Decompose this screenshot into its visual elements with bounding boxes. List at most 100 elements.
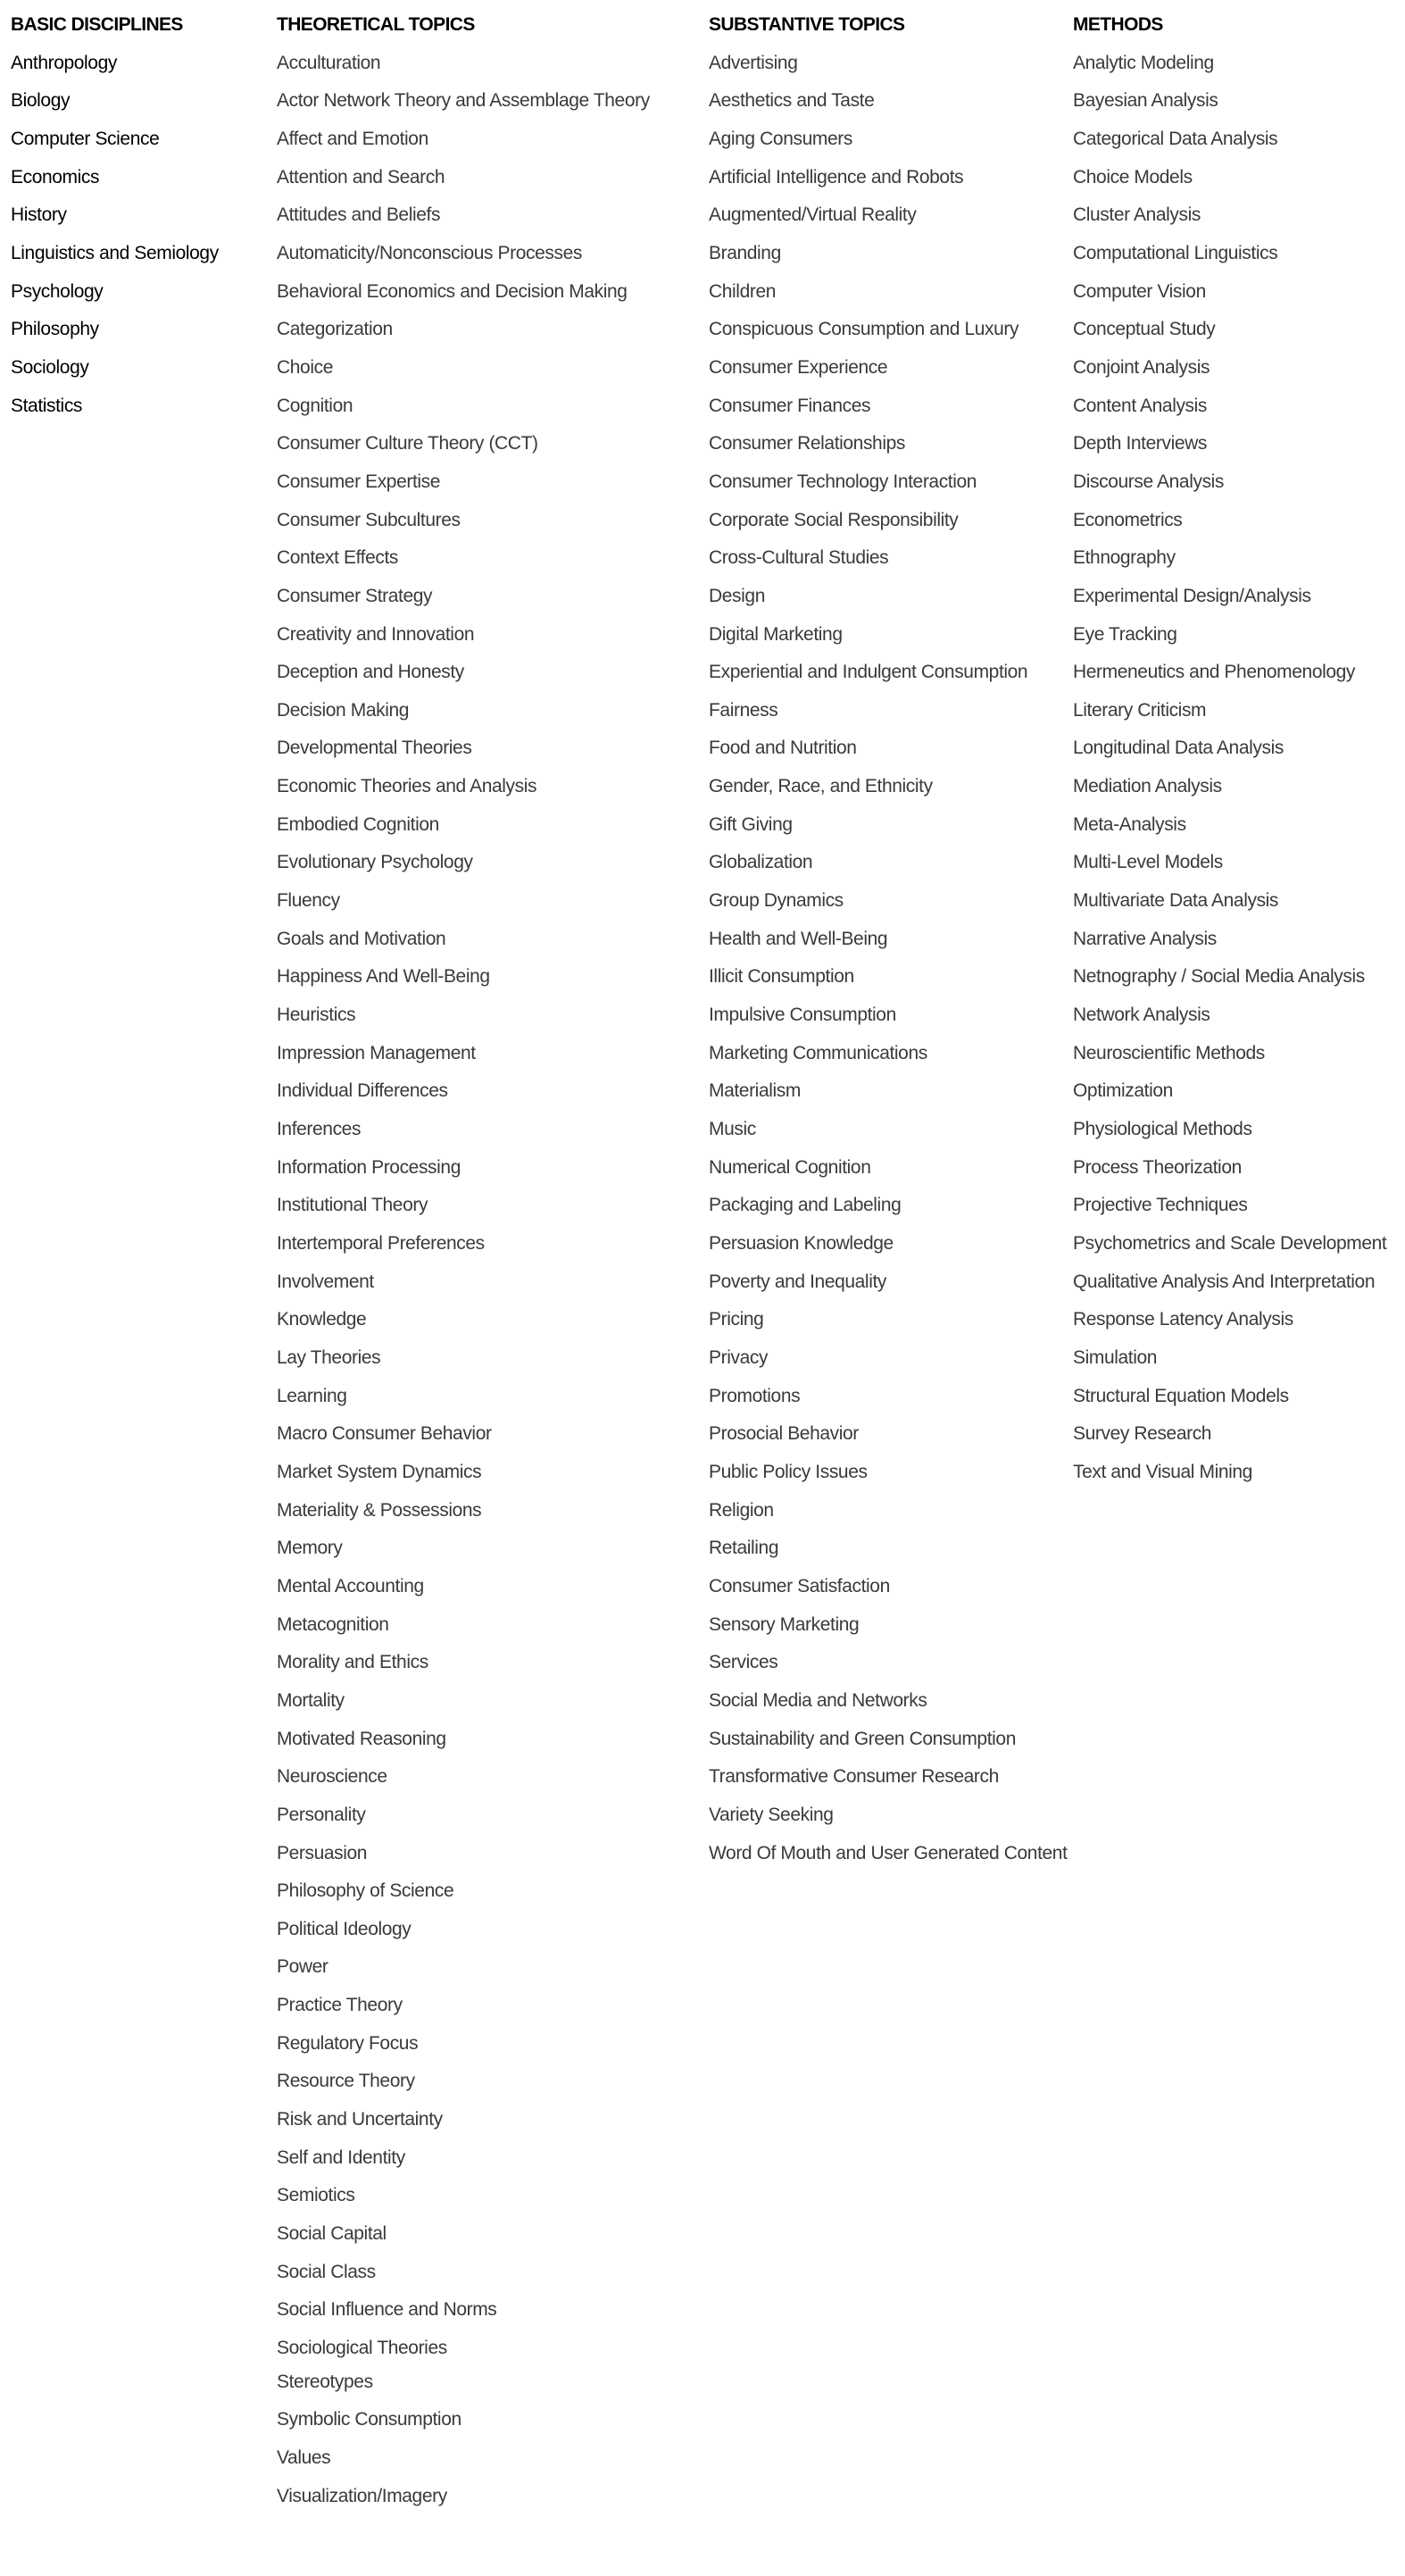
topic-link[interactable]: Experiential and Indulgent Consumption: [709, 654, 1068, 692]
topic-link[interactable]: Text and Visual Mining: [1073, 1454, 1386, 1492]
topic-link[interactable]: Psychometrics and Scale Development: [1073, 1225, 1387, 1263]
topic-link[interactable]: Economic Theories and Analysis: [277, 768, 650, 806]
topic-link[interactable]: Learning: [277, 1378, 650, 1416]
topic-link[interactable]: Inferences: [277, 1111, 650, 1149]
topic-link[interactable]: Deception and Honesty: [277, 654, 650, 692]
topic-link[interactable]: Survey Research: [1073, 1415, 1386, 1454]
topic-link[interactable]: Neuroscience: [277, 1758, 650, 1797]
topic-link[interactable]: Heuristics: [277, 996, 650, 1035]
topic-link[interactable]: Multi-Level Models: [1073, 844, 1386, 882]
topic-link[interactable]: Analytic Modeling: [1073, 45, 1386, 83]
topic-link[interactable]: Categorization: [277, 311, 650, 349]
topic-link[interactable]: Affect and Emotion: [277, 121, 650, 159]
topic-link[interactable]: Resource Theory: [277, 2063, 650, 2101]
topic-link[interactable]: Political Ideology: [277, 1911, 650, 1949]
topic-link[interactable]: Social Capital: [277, 2215, 650, 2254]
topic-link[interactable]: Discourse Analysis: [1073, 463, 1386, 502]
topic-link[interactable]: Happiness And Well-Being: [277, 958, 650, 996]
topic-link[interactable]: Variety Seeking: [709, 1797, 1068, 1835]
topic-link[interactable]: Individual Differences: [277, 1072, 650, 1111]
topic-link[interactable]: Regulatory Focus: [277, 2025, 650, 2063]
topic-link[interactable]: Artificial Intelligence and Robots: [709, 159, 1068, 197]
topic-link[interactable]: Cognition: [277, 388, 650, 426]
topic-link[interactable]: Word Of Mouth and User Generated Content: [709, 1835, 1068, 1873]
topic-link[interactable]: Consumer Experience: [709, 349, 1068, 388]
topic-link[interactable]: Consumer Strategy: [277, 578, 650, 616]
topic-link[interactable]: Embodied Cognition: [277, 806, 650, 845]
topic-link[interactable]: Globalization: [709, 844, 1068, 882]
topic-link[interactable]: Multivariate Data Analysis: [1073, 882, 1386, 921]
topic-link[interactable]: Consumer Culture Theory (CCT): [277, 425, 650, 463]
topic-link[interactable]: Consumer Technology Interaction: [709, 463, 1068, 502]
topic-link[interactable]: Creativity and Innovation: [277, 616, 650, 654]
topic-link[interactable]: Consumer Relationships: [709, 425, 1068, 463]
topic-link[interactable]: Consumer Satisfaction: [709, 1568, 1068, 1606]
topic-link[interactable]: Marketing Communications: [709, 1035, 1068, 1073]
topic-link[interactable]: Hermeneutics and Phenomenology: [1073, 654, 1386, 692]
topic-link[interactable]: Longitudinal Data Analysis: [1073, 729, 1386, 768]
topic-link[interactable]: Economics: [11, 159, 219, 197]
topic-link[interactable]: Semiotics: [277, 2177, 650, 2215]
topic-link[interactable]: Social Class: [277, 2254, 650, 2292]
topic-link[interactable]: Persuasion Knowledge: [709, 1225, 1068, 1263]
topic-link[interactable]: Gender, Race, and Ethnicity: [709, 768, 1068, 806]
topic-link[interactable]: Network Analysis: [1073, 996, 1386, 1035]
topic-link[interactable]: Group Dynamics: [709, 882, 1068, 921]
topic-link[interactable]: Illicit Consumption: [709, 958, 1068, 996]
topic-link[interactable]: Memory: [277, 1530, 650, 1568]
topic-link[interactable]: Aging Consumers: [709, 121, 1068, 159]
topic-link[interactable]: Computer Science: [11, 121, 219, 159]
topic-link[interactable]: Bayesian Analysis: [1073, 82, 1386, 121]
topic-link[interactable]: Biology: [11, 82, 219, 121]
topic-link[interactable]: Fluency: [277, 882, 650, 921]
topic-link[interactable]: Religion: [709, 1492, 1068, 1530]
topic-link[interactable]: Ethnography: [1073, 539, 1386, 578]
topic-link[interactable]: Practice Theory: [277, 1987, 650, 2025]
topic-link[interactable]: Experimental Design/Analysis: [1073, 578, 1386, 616]
topic-link[interactable]: Sensory Marketing: [709, 1606, 1068, 1645]
topic-link[interactable]: Consumer Expertise: [277, 463, 650, 502]
topic-link[interactable]: Psychology: [11, 273, 219, 312]
topic-link[interactable]: Conceptual Study: [1073, 311, 1386, 349]
topic-link[interactable]: Aesthetics and Taste: [709, 82, 1068, 121]
topic-link[interactable]: Intertemporal Preferences: [277, 1225, 650, 1263]
topic-link[interactable]: Services: [709, 1644, 1068, 1682]
topic-link[interactable]: Risk and Uncertainty: [277, 2101, 650, 2139]
topic-link[interactable]: Cross-Cultural Studies: [709, 539, 1068, 578]
topic-link[interactable]: Projective Techniques: [1073, 1187, 1386, 1225]
topic-link[interactable]: Children: [709, 273, 1068, 312]
topic-link[interactable]: Food and Nutrition: [709, 729, 1068, 768]
topic-link[interactable]: Materialism: [709, 1072, 1068, 1111]
topic-link[interactable]: Impulsive Consumption: [709, 996, 1068, 1035]
topic-link[interactable]: Qualitative Analysis And Interpretation: [1073, 1263, 1386, 1302]
topic-link[interactable]: Eye Tracking: [1073, 616, 1386, 654]
topic-link[interactable]: Social Influence and Norms: [277, 2291, 650, 2330]
topic-link[interactable]: Philosophy of Science: [277, 1872, 650, 1911]
topic-link[interactable]: Econometrics: [1073, 502, 1386, 540]
topic-link[interactable]: Social Media and Networks: [709, 1682, 1068, 1721]
topic-link[interactable]: Branding: [709, 235, 1068, 273]
topic-link[interactable]: Choice: [277, 349, 650, 388]
topic-link[interactable]: Depth Interviews: [1073, 425, 1386, 463]
topic-link[interactable]: Packaging and Labeling: [709, 1187, 1068, 1225]
topic-link[interactable]: Mediation Analysis: [1073, 768, 1386, 806]
topic-link[interactable]: Computer Vision: [1073, 273, 1386, 312]
topic-link[interactable]: Visualization/Imagery: [277, 2478, 650, 2516]
topic-link[interactable]: Conjoint Analysis: [1073, 349, 1386, 388]
topic-link[interactable]: Neuroscientific Methods: [1073, 1035, 1386, 1073]
topic-link[interactable]: Anthropology: [11, 45, 219, 83]
topic-link[interactable]: Lay Theories: [277, 1339, 650, 1378]
topic-link[interactable]: Physiological Methods: [1073, 1111, 1386, 1149]
topic-link[interactable]: Numerical Cognition: [709, 1149, 1068, 1188]
topic-link[interactable]: Macro Consumer Behavior: [277, 1415, 650, 1454]
topic-link[interactable]: Design: [709, 578, 1068, 616]
topic-link[interactable]: Self and Identity: [277, 2139, 650, 2178]
topic-link[interactable]: Evolutionary Psychology: [277, 844, 650, 882]
topic-link[interactable]: Cluster Analysis: [1073, 196, 1386, 235]
topic-link[interactable]: Corporate Social Responsibility: [709, 502, 1068, 540]
topic-link[interactable]: Pricing: [709, 1301, 1068, 1339]
topic-link[interactable]: Content Analysis: [1073, 388, 1386, 426]
topic-link[interactable]: Gift Giving: [709, 806, 1068, 845]
topic-link[interactable]: Power: [277, 1948, 650, 1987]
topic-link[interactable]: Acculturation: [277, 45, 650, 83]
